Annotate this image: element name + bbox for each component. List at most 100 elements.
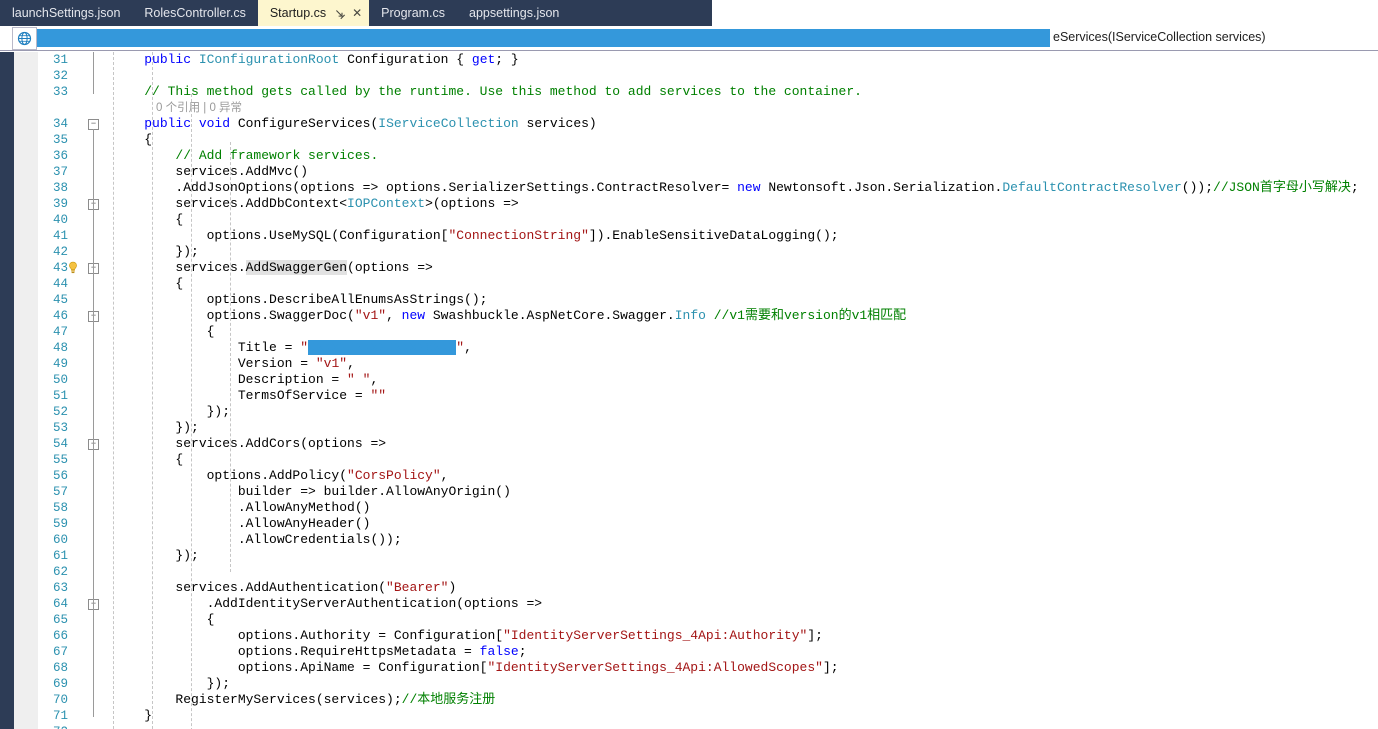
code-line-text: {: [113, 612, 215, 628]
code-line[interactable]: 64 .AddIdentityServerAuthentication(opti…: [0, 596, 1378, 612]
code-line[interactable]: 68 options.ApiName = Configuration["Iden…: [0, 660, 1378, 676]
code-line[interactable]: 41 options.UseMySQL(Configuration["Conne…: [0, 228, 1378, 244]
line-number: 32: [52, 69, 68, 83]
code-line[interactable]: 70 RegisterMyServices(services);//本地服务注册: [0, 692, 1378, 708]
code-token-plain: });: [113, 676, 231, 691]
code-token-plain: ;: [1350, 180, 1359, 195]
member-dropdown-value[interactable]: eServices(IServiceCollection services): [1053, 28, 1266, 47]
code-line[interactable]: 62: [0, 564, 1378, 580]
code-token-plain: });: [113, 420, 199, 435]
code-navigation-bar: eServices(IServiceCollection services): [0, 26, 1378, 51]
code-token-str: "ConnectionString": [448, 228, 589, 243]
line-number: 57: [52, 485, 68, 499]
code-line[interactable]: 34 public void ConfigureServices(IServic…: [0, 116, 1378, 132]
line-number: 69: [52, 677, 68, 691]
code-token-plain: services.AddCors(options =>: [113, 436, 387, 451]
editor-tab-startup-cs[interactable]: Startup.cs ⇥ ✕: [257, 0, 370, 26]
code-line[interactable]: 45 options.DescribeAllEnumsAsStrings();: [0, 292, 1378, 308]
code-line[interactable]: 32: [0, 68, 1378, 84]
code-line-text: Version = "v1",: [113, 356, 355, 372]
editor-tab-rolescontroller-cs[interactable]: RolesController.cs: [132, 0, 257, 26]
code-line[interactable]: 72: [0, 724, 1378, 729]
code-line[interactable]: 71 }: [0, 708, 1378, 724]
editor-tab-appsettings-json[interactable]: appsettings.json: [457, 0, 571, 26]
code-line[interactable]: 55 {: [0, 452, 1378, 468]
lightbulb-icon[interactable]: [66, 261, 80, 275]
code-line[interactable]: 54 services.AddCors(options =>: [0, 436, 1378, 452]
code-line[interactable]: 31 public IConfigurationRoot Configurati…: [0, 52, 1378, 68]
codelens-reference-count[interactable]: 0 个引用 | 0 异常: [156, 100, 242, 116]
code-editor-surface[interactable]: 31 public IConfigurationRoot Configurati…: [0, 52, 1378, 729]
code-line[interactable]: 39 services.AddDbContext<IOPContext>(opt…: [0, 196, 1378, 212]
line-number: 62: [52, 565, 68, 579]
tab-label: RolesController.cs: [144, 6, 246, 20]
line-number: 36: [52, 149, 68, 163]
code-line-text: });: [113, 676, 230, 692]
line-number: 51: [52, 389, 68, 403]
code-line[interactable]: 42 });: [0, 244, 1378, 260]
code-line[interactable]: 56 options.AddPolicy("CorsPolicy",: [0, 468, 1378, 484]
code-line[interactable]: 59 .AllowAnyHeader(): [0, 516, 1378, 532]
code-token-str: "v1": [354, 308, 387, 323]
code-line[interactable]: 57 builder => builder.AllowAnyOrigin(): [0, 484, 1378, 500]
pin-icon[interactable]: ⇥: [331, 4, 349, 22]
code-line[interactable]: 66 options.Authority = Configuration["Id…: [0, 628, 1378, 644]
code-token-plain: ,: [370, 372, 379, 387]
code-line[interactable]: 44 {: [0, 276, 1378, 292]
code-line-text: });: [113, 404, 230, 420]
code-line[interactable]: 60 .AllowCredentials());: [0, 532, 1378, 548]
code-token-kw: new: [737, 180, 761, 195]
line-number: 58: [52, 501, 68, 515]
code-line-text: TermsOfService = "": [113, 388, 386, 404]
editor-tab-launchsettings-json[interactable]: launchSettings.json: [0, 0, 132, 26]
code-line-text: {: [113, 212, 183, 228]
code-line[interactable]: 49 Version = "v1",: [0, 356, 1378, 372]
code-line-text: services.AddCors(options =>: [113, 436, 386, 452]
code-line[interactable]: 67 options.RequireHttpsMetadata = false;: [0, 644, 1378, 660]
code-token-plain: RegisterMyServices(services);: [113, 692, 402, 707]
code-line[interactable]: 47 {: [0, 324, 1378, 340]
fold-region-line: [93, 609, 94, 685]
line-number: 31: [52, 53, 68, 67]
code-line[interactable]: 36 // Add framework services.: [0, 148, 1378, 164]
code-line[interactable]: 50 Description = " ",: [0, 372, 1378, 388]
code-line[interactable]: 46 options.SwaggerDoc("v1", new Swashbuc…: [0, 308, 1378, 324]
code-line[interactable]: 52 });: [0, 404, 1378, 420]
code-token-plain: {: [113, 212, 184, 227]
indent-guide: [191, 94, 192, 729]
code-token-plain: Title =: [113, 340, 301, 355]
code-line[interactable]: 37 services.AddMvc(): [0, 164, 1378, 180]
code-line[interactable]: 69 });: [0, 676, 1378, 692]
code-line[interactable]: 58 .AllowAnyMethod(): [0, 500, 1378, 516]
code-token-type: DefaultContractResolver: [1002, 180, 1182, 195]
code-line[interactable]: 48 Title = "XXXXXXXXXXXXXXXXXXX",: [0, 340, 1378, 356]
code-token-plain: options.DescribeAllEnumsAsStrings();: [113, 292, 488, 307]
fold-region-line: [93, 52, 94, 94]
code-line[interactable]: 38 .AddJsonOptions(options => options.Se…: [0, 180, 1378, 196]
codelens-row[interactable]: 0 个引用 | 0 异常: [0, 100, 1378, 116]
type-dropdown[interactable]: [12, 26, 37, 50]
member-dropdown-caret: [1040, 29, 1050, 47]
line-number: 46: [52, 309, 68, 323]
line-number: 33: [52, 85, 68, 99]
code-line[interactable]: 35 {: [0, 132, 1378, 148]
code-line-text: builder => builder.AllowAnyOrigin(): [113, 484, 511, 500]
code-token-str: "IdentityServerSettings_4Api:Authority": [503, 628, 808, 643]
line-number: 50: [52, 373, 68, 387]
code-line-text: services.AddDbContext<IOPContext>(option…: [113, 196, 518, 212]
editor-tab-program-cs[interactable]: Program.cs: [369, 0, 457, 26]
code-line[interactable]: 40 {: [0, 212, 1378, 228]
code-line[interactable]: 53 });: [0, 420, 1378, 436]
code-line[interactable]: 63 services.AddAuthentication("Bearer"): [0, 580, 1378, 596]
code-line[interactable]: 65 {: [0, 612, 1378, 628]
code-token-plain: }: [113, 708, 153, 723]
code-line[interactable]: 33 // This method gets called by the run…: [0, 84, 1378, 100]
code-line[interactable]: 43 services.AddSwaggerGen(options =>: [0, 260, 1378, 276]
indent-guide: [152, 52, 153, 729]
code-token-plain: Version =: [113, 356, 316, 371]
code-token-str: "": [370, 388, 387, 403]
code-line[interactable]: 51 TermsOfService = "": [0, 388, 1378, 404]
code-line[interactable]: 61 });: [0, 548, 1378, 564]
code-lines-container[interactable]: 31 public IConfigurationRoot Configurati…: [0, 52, 1378, 729]
close-icon[interactable]: ✕: [351, 7, 363, 19]
